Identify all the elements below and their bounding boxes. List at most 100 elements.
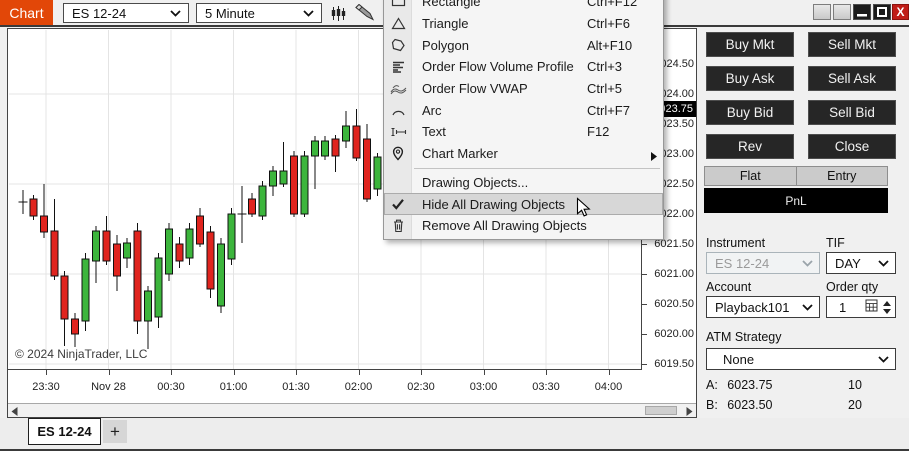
price-axis-tick bbox=[642, 274, 647, 275]
menu-item-shortcut: Ctrl+3 bbox=[587, 59, 663, 74]
menu-item-shortcut: Ctrl+F7 bbox=[587, 103, 663, 118]
menu-item-order-flow-vwap[interactable]: Order Flow VWAPCtrl+5 bbox=[384, 78, 663, 100]
menu-item-shortcut: Ctrl+5 bbox=[587, 81, 663, 96]
scroll-right-icon[interactable] bbox=[684, 406, 694, 416]
instrument-label: Instrument bbox=[706, 236, 765, 250]
sell-ask-button[interactable]: Sell Ask bbox=[808, 66, 896, 91]
menu-item-label: Chart Marker bbox=[412, 146, 587, 161]
ask-price: 6023.75 bbox=[727, 378, 772, 392]
close-button[interactable]: X bbox=[892, 4, 909, 20]
menu-item-shortcut: F12 bbox=[587, 124, 663, 139]
account-select[interactable]: Playback101 bbox=[706, 296, 820, 318]
time-axis-label: 03:30 bbox=[518, 381, 574, 393]
price-axis-tick bbox=[642, 334, 647, 335]
chevron-down-icon bbox=[802, 304, 819, 311]
menu-item-arc[interactable]: ArcCtrl+F7 bbox=[384, 99, 663, 121]
order-qty-field[interactable]: 1 bbox=[826, 296, 896, 318]
close-icon: X bbox=[896, 5, 904, 19]
scrollbar-thumb[interactable] bbox=[645, 406, 677, 415]
time-axis-tick bbox=[484, 370, 485, 375]
tif-select[interactable]: DAY bbox=[826, 252, 896, 274]
arc-icon bbox=[384, 104, 412, 117]
time-axis-label: 02:30 bbox=[393, 381, 449, 393]
menu-item-label: Rectangle bbox=[412, 0, 587, 9]
atm-strategy-select[interactable]: None bbox=[706, 348, 896, 370]
calculator-icon[interactable] bbox=[865, 299, 878, 315]
quantity-stepper[interactable] bbox=[878, 301, 895, 314]
menu-item-remove-all-drawing-objects[interactable]: Remove All Drawing Objects bbox=[384, 215, 663, 237]
chevron-down-icon bbox=[878, 260, 895, 267]
chevron-down-icon bbox=[303, 10, 321, 17]
drawing-context-menu: RectangleCtrl+F12TriangleCtrl+F6PolygonA… bbox=[383, 0, 664, 240]
time-axis-label: Nov 28 bbox=[81, 381, 137, 393]
time-axis-label: 03:00 bbox=[456, 381, 512, 393]
close-button[interactable]: Close bbox=[808, 134, 896, 159]
vwap-icon bbox=[384, 82, 412, 96]
pnl-display: PnL bbox=[704, 188, 888, 213]
chevron-down-icon bbox=[802, 260, 819, 267]
menu-item-label: Drawing Objects... bbox=[412, 175, 587, 190]
interval-combobox-value: 5 Minute bbox=[205, 6, 255, 21]
rev-button[interactable]: Rev bbox=[706, 134, 794, 159]
buy-bid-button[interactable]: Buy Bid bbox=[706, 100, 794, 125]
chevron-down-icon bbox=[170, 10, 188, 17]
volume-profile-icon bbox=[384, 60, 412, 74]
horizontal-scrollbar[interactable] bbox=[8, 403, 696, 417]
entry-indicator[interactable]: Entry bbox=[797, 166, 889, 186]
scroll-left-icon[interactable] bbox=[9, 406, 19, 416]
menu-item-label: Text bbox=[412, 124, 587, 139]
trash-icon bbox=[384, 218, 412, 233]
time-axis-label: 01:30 bbox=[268, 381, 324, 393]
menu-item-order-flow-volume-profile[interactable]: Order Flow Volume ProfileCtrl+3 bbox=[384, 56, 663, 78]
flat-indicator[interactable]: Flat bbox=[704, 166, 797, 186]
price-axis-tick bbox=[642, 244, 647, 245]
time-axis-tick bbox=[546, 370, 547, 375]
chart-style-icon[interactable] bbox=[328, 4, 348, 22]
bid-quote-row: B: 6023.50 20 bbox=[706, 398, 772, 412]
menu-item-label: Triangle bbox=[412, 16, 587, 31]
instrument-combobox[interactable]: ES 12-24 bbox=[63, 3, 189, 23]
menu-item-label: Arc bbox=[412, 103, 587, 118]
ask-size: 10 bbox=[848, 378, 862, 392]
tif-label: TIF bbox=[826, 236, 845, 250]
add-tab-button[interactable]: + bbox=[103, 420, 127, 443]
marker-icon bbox=[384, 146, 412, 161]
check-icon bbox=[384, 198, 412, 210]
polygon-icon bbox=[384, 38, 412, 52]
triangle-icon bbox=[384, 17, 412, 30]
sell-mkt-button[interactable]: Sell Mkt bbox=[808, 32, 896, 57]
menu-item-rectangle[interactable]: RectangleCtrl+F12 bbox=[384, 0, 663, 13]
order-entry-panel: Buy Mkt Sell Mkt Buy Ask Sell Ask Buy Bid Sel… bbox=[698, 28, 909, 418]
tab-es-12-24[interactable]: ES 12-24 bbox=[28, 418, 101, 445]
time-axis-tick bbox=[109, 370, 110, 375]
menu-item-chart-marker[interactable]: Chart Marker bbox=[384, 143, 663, 165]
price-axis-tick bbox=[642, 304, 647, 305]
price-axis-label: 6020.00 bbox=[644, 327, 694, 341]
buy-ask-button[interactable]: Buy Ask bbox=[706, 66, 794, 91]
mouse-cursor bbox=[576, 197, 592, 223]
menu-item-label: Remove All Drawing Objects bbox=[412, 218, 587, 233]
panel-button-2[interactable] bbox=[833, 4, 851, 20]
minimize-button[interactable] bbox=[853, 4, 871, 20]
time-axis-tick bbox=[296, 370, 297, 375]
menu-item-triangle[interactable]: TriangleCtrl+F6 bbox=[384, 13, 663, 35]
price-axis-tick bbox=[642, 364, 647, 365]
menu-item-hide-all-drawing-objects[interactable]: Hide All Drawing Objects bbox=[384, 193, 663, 215]
menu-item-label: Hide All Drawing Objects bbox=[412, 197, 587, 212]
menu-item-polygon[interactable]: PolygonAlt+F10 bbox=[384, 34, 663, 56]
sell-bid-button[interactable]: Sell Bid bbox=[808, 100, 896, 125]
bid-size: 20 bbox=[848, 398, 862, 412]
interval-combobox[interactable]: 5 Minute bbox=[196, 3, 322, 23]
qty-label: Order qty bbox=[826, 280, 878, 294]
drawing-tools-icon[interactable] bbox=[352, 4, 378, 22]
menu-item-label: Polygon bbox=[412, 38, 587, 53]
account-label: Account bbox=[706, 280, 751, 294]
restore-button[interactable] bbox=[873, 4, 891, 20]
menu-item-text[interactable]: TextF12 bbox=[384, 121, 663, 143]
buy-mkt-button[interactable]: Buy Mkt bbox=[706, 32, 794, 57]
panel-button-1[interactable] bbox=[813, 4, 831, 20]
ask-quote-row: A: 6023.75 10 bbox=[706, 378, 772, 392]
menu-item-drawing-objects[interactable]: Drawing Objects... bbox=[384, 172, 663, 194]
chart-window-label: Chart bbox=[0, 0, 53, 25]
time-axis-tick bbox=[171, 370, 172, 375]
